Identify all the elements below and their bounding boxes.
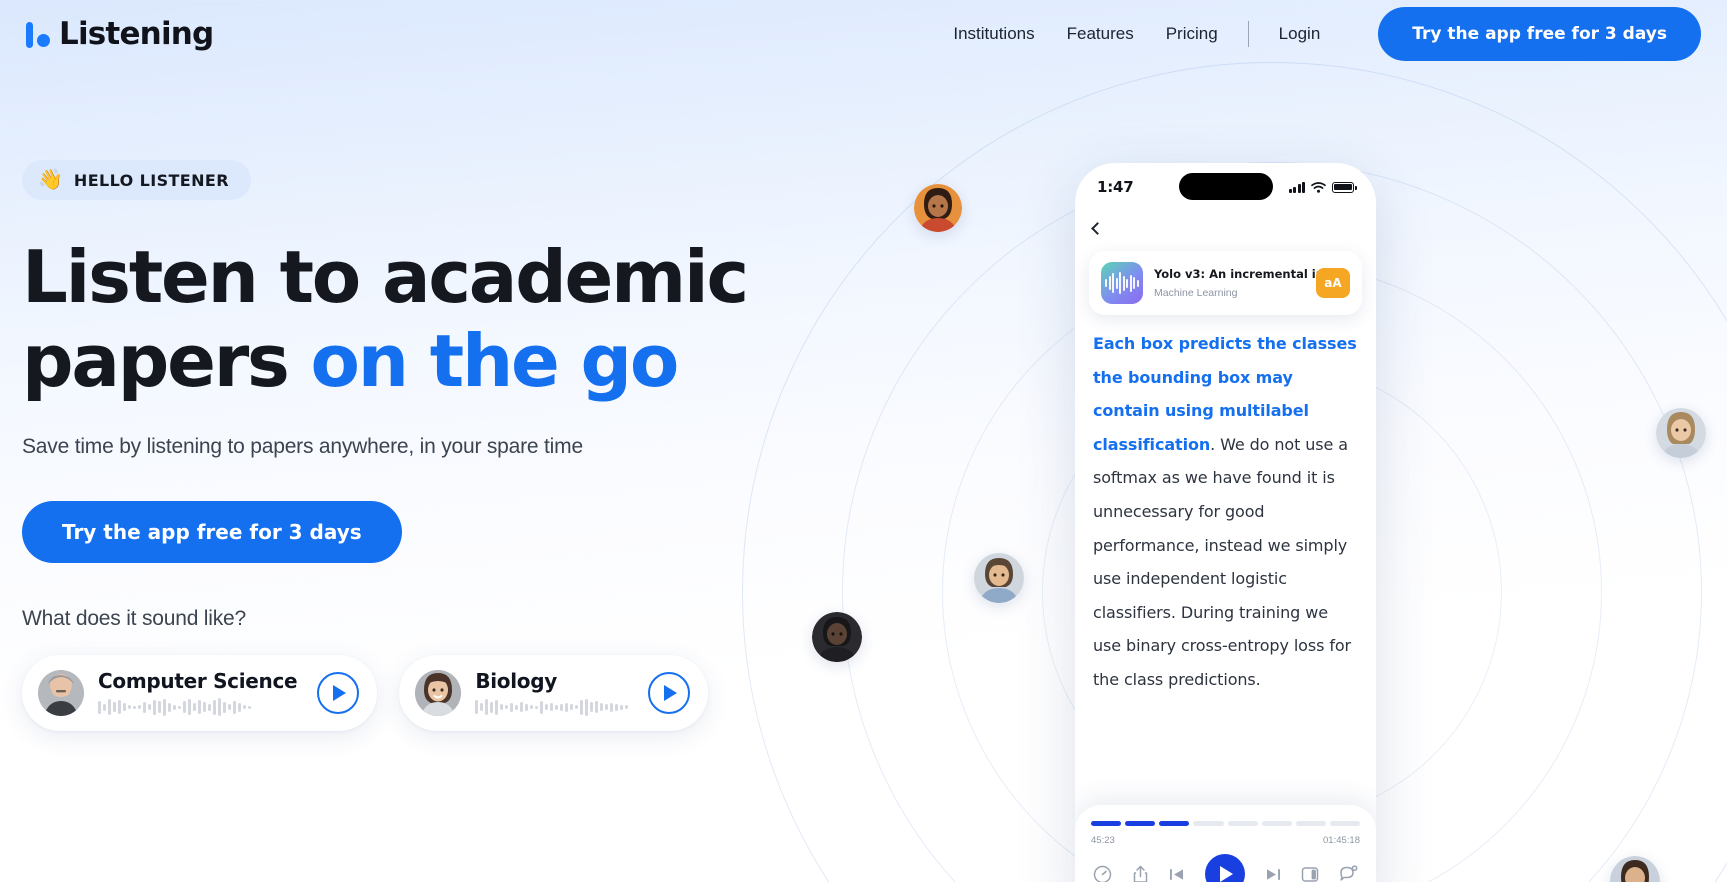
- hero-trial-button[interactable]: Try the app free for 3 days: [22, 501, 402, 564]
- waving-hand-icon: 👋: [38, 169, 63, 191]
- waveform-icon: [98, 697, 297, 717]
- elapsed-time: 45:23: [1091, 835, 1115, 846]
- headline-line-2-accent: on the go: [310, 318, 680, 403]
- sound-sample-label: What does it sound like?: [22, 607, 246, 631]
- headline-line-1: Listen to academic: [22, 235, 749, 319]
- next-track-icon[interactable]: [1265, 867, 1282, 882]
- paper-reader-text: Each box predicts the classes the boundi…: [1075, 327, 1376, 697]
- reader-remaining-text: . We do not use a softmax as we have fou…: [1093, 434, 1352, 689]
- back-chevron-icon[interactable]: [1091, 221, 1104, 235]
- nav-link-pricing[interactable]: Pricing: [1150, 16, 1234, 52]
- hero-section: 👋 HELLO LISTENER Listen to academic pape…: [22, 160, 782, 732]
- paper-meta: Yolo v3: An incremental im... Machine Le…: [1154, 265, 1341, 301]
- split-view-icon[interactable]: [1301, 866, 1319, 882]
- sample-info: Computer Science: [98, 669, 298, 717]
- sample-info: Biology: [475, 669, 629, 717]
- comment-icon[interactable]: [1339, 865, 1358, 882]
- paper-title: Yolo v3: An incremental im...: [1154, 267, 1341, 281]
- brand-name: Listening: [59, 16, 214, 52]
- progress-bar[interactable]: [1091, 821, 1360, 826]
- play-icon[interactable]: [648, 672, 691, 715]
- play-icon[interactable]: [1204, 854, 1245, 882]
- avatar: [415, 670, 462, 717]
- main-navigation: Institutions Features Pricing Login Try …: [937, 7, 1727, 61]
- total-time: 01:45:18: [1323, 835, 1360, 846]
- hero-subtitle: Save time by listening to papers anywher…: [22, 435, 583, 459]
- sample-title: Computer Science: [98, 669, 298, 694]
- floating-avatar-4: [1656, 408, 1706, 458]
- player-controls: [1091, 854, 1360, 882]
- hello-listener-badge: 👋 HELLO LISTENER: [22, 160, 251, 200]
- phone-mockup: 1:47 Yolo v3: An incremental im... Machi…: [1075, 163, 1376, 882]
- floating-avatar-5: [1610, 856, 1660, 882]
- badge-label: HELLO LISTENER: [73, 170, 229, 190]
- site-header: Listening Institutions Features Pricing …: [0, 0, 1727, 68]
- battery-icon: [1332, 181, 1357, 193]
- floating-avatar-1: [914, 184, 962, 232]
- nav-link-institutions[interactable]: Institutions: [937, 16, 1050, 52]
- cellular-signal-icon: [1288, 181, 1305, 193]
- playback-speed-icon[interactable]: [1093, 865, 1112, 882]
- waveform-icon: [475, 697, 629, 717]
- header-trial-button[interactable]: Try the app free for 3 days: [1378, 7, 1701, 61]
- sample-card-computer-science[interactable]: Computer Science: [22, 655, 378, 732]
- sound-sample-cards: Computer Science Biology: [22, 655, 782, 732]
- phone-status-bar: 1:47: [1075, 163, 1376, 211]
- page-title: Listen to academic papers on the go: [22, 235, 782, 403]
- audio-waveform-icon: [1101, 262, 1143, 304]
- player-timestamps: 45:23 01:45:18: [1091, 835, 1360, 846]
- avatar: [38, 670, 84, 717]
- play-icon[interactable]: [317, 672, 360, 715]
- brand-logo[interactable]: Listening: [26, 16, 214, 52]
- status-time: 1:47: [1097, 178, 1134, 196]
- nav-link-login[interactable]: Login: [1263, 16, 1337, 52]
- dynamic-island: [1178, 173, 1273, 200]
- phone-nav-bar: [1075, 211, 1376, 245]
- paper-category: Machine Learning: [1154, 287, 1238, 299]
- sample-title: Biology: [475, 669, 558, 694]
- floating-avatar-3: [812, 612, 862, 662]
- nav-link-features[interactable]: Features: [1051, 16, 1150, 52]
- nav-divider: [1247, 21, 1249, 47]
- paper-info-card[interactable]: Yolo v3: An incremental im... Machine Le…: [1089, 251, 1362, 315]
- share-icon[interactable]: [1132, 865, 1149, 882]
- audio-player: 45:23 01:45:18: [1075, 805, 1376, 882]
- previous-track-icon[interactable]: [1168, 867, 1185, 882]
- status-icons: [1288, 181, 1357, 193]
- listening-logo-mark-icon: [26, 20, 50, 48]
- floating-avatar-2: [974, 553, 1024, 603]
- headline-line-2-plain: papers: [22, 318, 311, 403]
- text-size-button[interactable]: aA: [1316, 268, 1350, 298]
- sample-card-biology[interactable]: Biology: [399, 655, 709, 732]
- wifi-icon: [1311, 181, 1326, 193]
